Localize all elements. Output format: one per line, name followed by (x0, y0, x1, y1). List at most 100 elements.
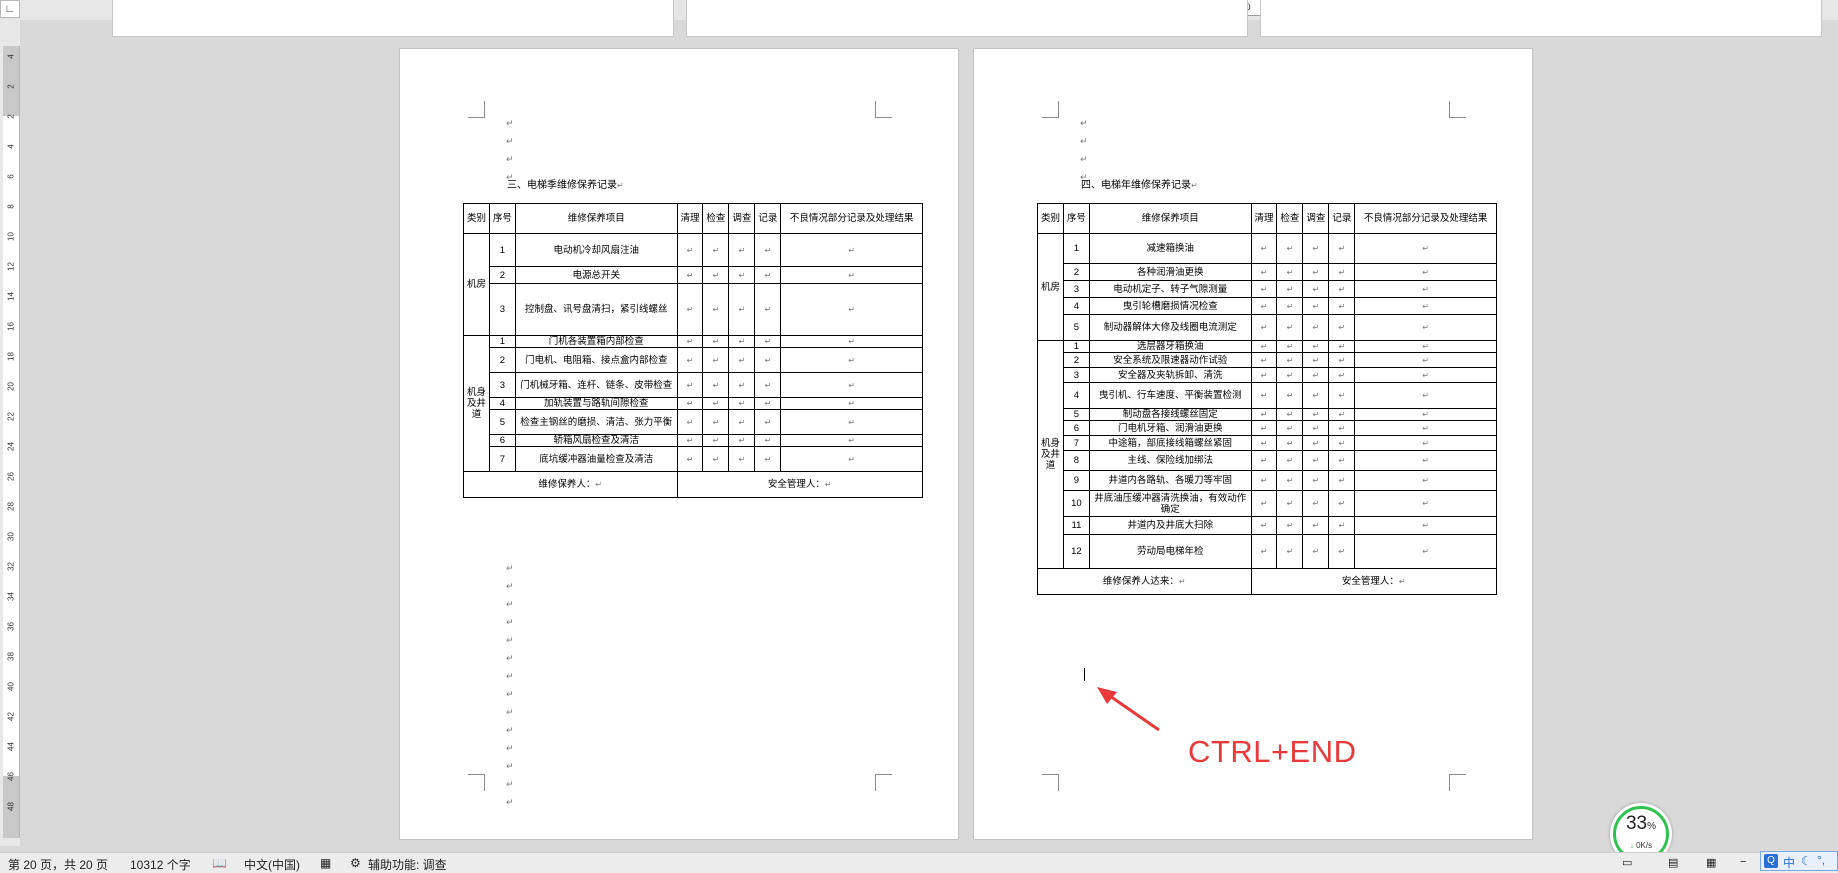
header-number[interactable]: 序号 (488, 203, 516, 234)
empty-cell[interactable]: ↵ (728, 434, 756, 447)
empty-cell[interactable]: ↵ (1250, 408, 1278, 421)
empty-cell[interactable]: ↵ (1328, 516, 1356, 535)
empty-cell[interactable]: ↵ (676, 233, 704, 267)
header-adjust[interactable]: 调查 (1302, 203, 1330, 234)
empty-cell[interactable]: ↵ (676, 434, 704, 447)
maintenance-item[interactable]: 主线、保险线加绑法 (1088, 450, 1252, 471)
empty-cell[interactable]: ↵ (1250, 435, 1278, 451)
safety-manager-signature[interactable]: 安全管理人：↵ (676, 471, 923, 498)
empty-cell[interactable]: ↵ (1302, 314, 1330, 341)
row-number[interactable]: 11 (1062, 516, 1090, 535)
row-number[interactable]: 1 (1062, 340, 1090, 353)
empty-cell[interactable]: ↵ (1276, 470, 1304, 491)
header-remarks[interactable]: 不良情况部分记录及处理结果 (1354, 203, 1497, 234)
empty-cell[interactable]: ↵ (1328, 314, 1356, 341)
maintenance-item[interactable]: 各种润滑油更换 (1088, 263, 1252, 281)
empty-cell[interactable]: ↵ (1302, 450, 1330, 471)
empty-cell[interactable]: ↵ (1354, 450, 1497, 471)
row-number[interactable]: 4 (488, 397, 516, 410)
empty-cell[interactable]: ↵ (1328, 280, 1356, 298)
maintenance-item[interactable]: 曳引机、行车速度、平衡装置检测 (1088, 382, 1252, 409)
empty-cell[interactable]: ↵ (1250, 352, 1278, 368)
empty-cell[interactable]: ↵ (702, 347, 730, 373)
row-number[interactable]: 2 (1062, 352, 1090, 368)
empty-cell[interactable]: ↵ (1250, 534, 1278, 569)
row-number[interactable]: 3 (488, 283, 516, 336)
maintenance-item[interactable]: 电动机冷却风扇注油 (514, 233, 678, 267)
empty-cell[interactable]: ↵ (754, 335, 782, 348)
vertical-ruler-scale[interactable]: 4 2 2 4 6 8 10 12 14 16 18 20 22 24 26 28 30 32 34 36 38 40 42… (3, 46, 20, 838)
maintenance-item[interactable]: 底坑缓冲器油量检查及清洁 (514, 446, 678, 472)
empty-cell[interactable]: ↵ (702, 266, 730, 284)
row-number[interactable]: 12 (1062, 534, 1090, 569)
header-record[interactable]: 记录 (1328, 203, 1356, 234)
empty-cell[interactable]: ↵ (1250, 367, 1278, 383)
empty-cell[interactable]: ↵ (676, 283, 704, 336)
empty-cell[interactable]: ↵ (1328, 297, 1356, 315)
row-number[interactable]: 3 (1062, 367, 1090, 383)
maintenance-item[interactable]: 门电机牙箱、润滑油更换 (1088, 420, 1252, 436)
row-number[interactable]: 1 (488, 233, 516, 267)
empty-cell[interactable]: ↵ (676, 347, 704, 373)
empty-cell[interactable]: ↵ (1250, 382, 1278, 409)
maintenance-item[interactable]: 制动盘各接线螺丝固定 (1088, 408, 1252, 421)
maintenance-item[interactable]: 井道内及井底大扫除 (1088, 516, 1252, 535)
maintenance-item[interactable]: 中途箱，部底接线箱螺丝紧固 (1088, 435, 1252, 451)
empty-cell[interactable]: ↵ (1276, 367, 1304, 383)
empty-cell[interactable]: ↵ (676, 446, 704, 472)
empty-cell[interactable]: ↵ (702, 434, 730, 447)
empty-cell[interactable]: ↵ (754, 283, 782, 336)
maintenance-item[interactable]: 控制盘、讯号盘清扫，紧引线螺丝 (514, 283, 678, 336)
empty-cell[interactable]: ↵ (1354, 534, 1497, 569)
empty-cell[interactable]: ↵ (780, 233, 923, 267)
ime-language[interactable]: 中 (1783, 854, 1795, 871)
quarterly-maintenance-table[interactable]: 类别 序号 维修保养项目 清理 检查 调查 记录 不良情况部分记录及处理结果 机… (463, 203, 923, 498)
empty-cell[interactable]: ↵ (702, 372, 730, 398)
empty-cell[interactable]: ↵ (1302, 408, 1330, 421)
empty-cell[interactable]: ↵ (1250, 280, 1278, 298)
empty-cell[interactable]: ↵ (754, 397, 782, 410)
header-category[interactable]: 类别 (463, 203, 490, 234)
row-number[interactable]: 2 (1062, 263, 1090, 281)
maintenance-item[interactable]: 制动器解体大修及线圈电流测定 (1088, 314, 1252, 341)
empty-cell[interactable]: ↵ (1276, 297, 1304, 315)
empty-cell[interactable]: ↵ (702, 283, 730, 336)
empty-cell[interactable]: ↵ (1302, 340, 1330, 353)
empty-cell[interactable]: ↵ (1354, 297, 1497, 315)
accessibility-icon[interactable]: ⚙ (350, 856, 361, 870)
empty-cell[interactable]: ↵ (728, 347, 756, 373)
row-number[interactable]: 3 (1062, 280, 1090, 298)
category-cell[interactable]: 机房 (463, 233, 490, 336)
annual-maintenance-table[interactable]: 类别 序号 维修保养项目 清理 检查 调查 记录 不良情况部分记录及处理结果 机… (1037, 203, 1497, 595)
row-number[interactable]: 7 (488, 446, 516, 472)
header-inspect[interactable]: 检查 (1276, 203, 1304, 234)
empty-cell[interactable]: ↵ (676, 335, 704, 348)
row-number[interactable]: 5 (488, 409, 516, 435)
empty-cell[interactable]: ↵ (1354, 408, 1497, 421)
empty-cell[interactable]: ↵ (1354, 420, 1497, 436)
empty-cell[interactable]: ↵ (1276, 420, 1304, 436)
maintenance-item[interactable]: 井道内各路轨、各暖刀等牢固 (1088, 470, 1252, 491)
row-number[interactable]: 8 (1062, 450, 1090, 471)
empty-cell[interactable]: ↵ (1250, 450, 1278, 471)
row-number[interactable]: 6 (1062, 420, 1090, 436)
header-category[interactable]: 类别 (1037, 203, 1064, 234)
empty-cell[interactable]: ↵ (780, 434, 923, 447)
maintenance-item[interactable]: 加轨装置与路轨间隙检查 (514, 397, 678, 410)
empty-cell[interactable]: ↵ (1328, 382, 1356, 409)
safety-manager-signature[interactable]: 安全管理人：↵ (1250, 568, 1497, 595)
empty-cell[interactable]: ↵ (1354, 314, 1497, 341)
empty-cell[interactable]: ↵ (1276, 382, 1304, 409)
empty-cell[interactable]: ↵ (754, 266, 782, 284)
empty-cell[interactable]: ↵ (1328, 534, 1356, 569)
row-number[interactable]: 4 (1062, 297, 1090, 315)
maintenance-item[interactable]: 门机械牙箱、连杆、链条、皮带检查 (514, 372, 678, 398)
empty-cell[interactable]: ↵ (1302, 367, 1330, 383)
empty-cell[interactable]: ↵ (1328, 340, 1356, 353)
header-clean[interactable]: 清理 (676, 203, 704, 234)
category-cell[interactable]: 机身及井道 (463, 335, 490, 472)
empty-cell[interactable]: ↵ (1302, 490, 1330, 517)
document-page-19[interactable]: ↵ ↵ ↵ ↵ 三、电梯季维修保养记录↵ 类别 序号 维修保养项目 清理 检查 调查 … (399, 48, 959, 840)
empty-cell[interactable]: ↵ (1276, 408, 1304, 421)
maintenance-item[interactable]: 井底油压缓冲器清洗换油，有效动作确定 (1088, 490, 1252, 517)
